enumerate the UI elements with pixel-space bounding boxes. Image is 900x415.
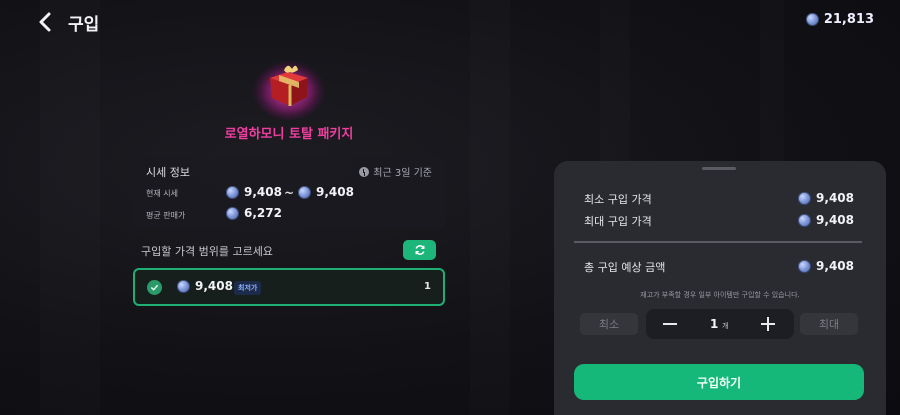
total-price-label: 총 구입 예상 금액 (584, 261, 666, 274)
coin-icon (298, 185, 311, 199)
total-price-value: 9,408 (816, 259, 854, 273)
coin-icon (805, 13, 819, 26)
avg-price: 6,272 (226, 206, 282, 220)
coin-icon (177, 279, 190, 293)
current-max-price: 9,408 (298, 185, 354, 199)
coin-icon (226, 206, 239, 220)
stock-notice: 재고가 부족할 경우 일부 아이템만 구입할 수 있습니다. (640, 291, 800, 299)
max-quantity-button[interactable]: 최대 (800, 313, 858, 335)
market-period-label: 최근 3일 기준 (373, 168, 432, 179)
coin-icon (798, 213, 812, 227)
current-min-value: 9,408 (244, 185, 282, 199)
max-price-value: 9,408 (816, 213, 854, 227)
market-info-box: 시세 정보 최근 3일 기준 현재 시세 9,408 ~ 9,408 평균 판매… (134, 156, 446, 228)
min-quantity-button[interactable]: 최소 (580, 313, 638, 335)
coin-icon (226, 185, 239, 199)
plus-icon[interactable] (758, 314, 778, 334)
price-option-row[interactable]: 9,408 최저가 1 (133, 268, 445, 306)
min-price-value: 9,408 (816, 191, 854, 205)
option-quantity: 1 (424, 281, 431, 292)
refresh-icon (414, 245, 425, 255)
max-price-label: 최대 구입 가격 (584, 215, 652, 228)
gift-box-icon (251, 56, 327, 120)
currency-balance: 21,813 (805, 12, 874, 27)
drag-handle[interactable] (702, 167, 736, 170)
current-price-label: 현재 시세 (146, 189, 178, 198)
price-range-prompt: 구입할 가격 범위를 고르세요 (141, 245, 273, 258)
avg-price-label: 평균 판매가 (146, 211, 186, 220)
check-icon (150, 284, 159, 291)
quantity-unit: 개 (722, 322, 729, 330)
coin-icon (798, 191, 812, 205)
max-price: 9,408 (798, 213, 854, 227)
divider (574, 241, 862, 243)
back-button[interactable] (34, 8, 58, 36)
purchase-button[interactable]: 구입하기 (574, 364, 864, 400)
option-price-value: 9,408 (195, 279, 233, 293)
purchase-panel: 최소 구입 가격 9,408 최대 구입 가격 9,408 총 구입 예상 금액… (554, 161, 886, 415)
page-title: 구입 (68, 15, 100, 35)
lowest-price-badge: 최저가 (234, 281, 262, 295)
back-arrow-icon (39, 12, 51, 32)
option-price: 9,408 (177, 279, 233, 293)
current-min-price: 9,408 (226, 185, 282, 199)
clock-icon (359, 166, 370, 177)
range-separator: ~ (284, 186, 295, 200)
market-period: 최근 3일 기준 (359, 164, 432, 179)
avg-price-value: 6,272 (244, 206, 282, 220)
quantity-value: 1 (710, 317, 719, 331)
current-max-value: 9,408 (316, 185, 354, 199)
product-name: 로열하모니 토탈 패키지 (224, 127, 354, 142)
refresh-button[interactable] (403, 240, 436, 260)
product-image (250, 50, 328, 120)
selected-check (147, 280, 162, 295)
total-price: 9,408 (798, 259, 854, 273)
min-price: 9,408 (798, 191, 854, 205)
market-info-title: 시세 정보 (146, 166, 190, 179)
coin-icon (798, 259, 812, 273)
balance-amount: 21,813 (823, 12, 874, 27)
quantity-stepper: 1 개 (646, 309, 794, 339)
min-price-label: 최소 구입 가격 (584, 193, 652, 206)
minus-icon[interactable] (660, 314, 680, 334)
